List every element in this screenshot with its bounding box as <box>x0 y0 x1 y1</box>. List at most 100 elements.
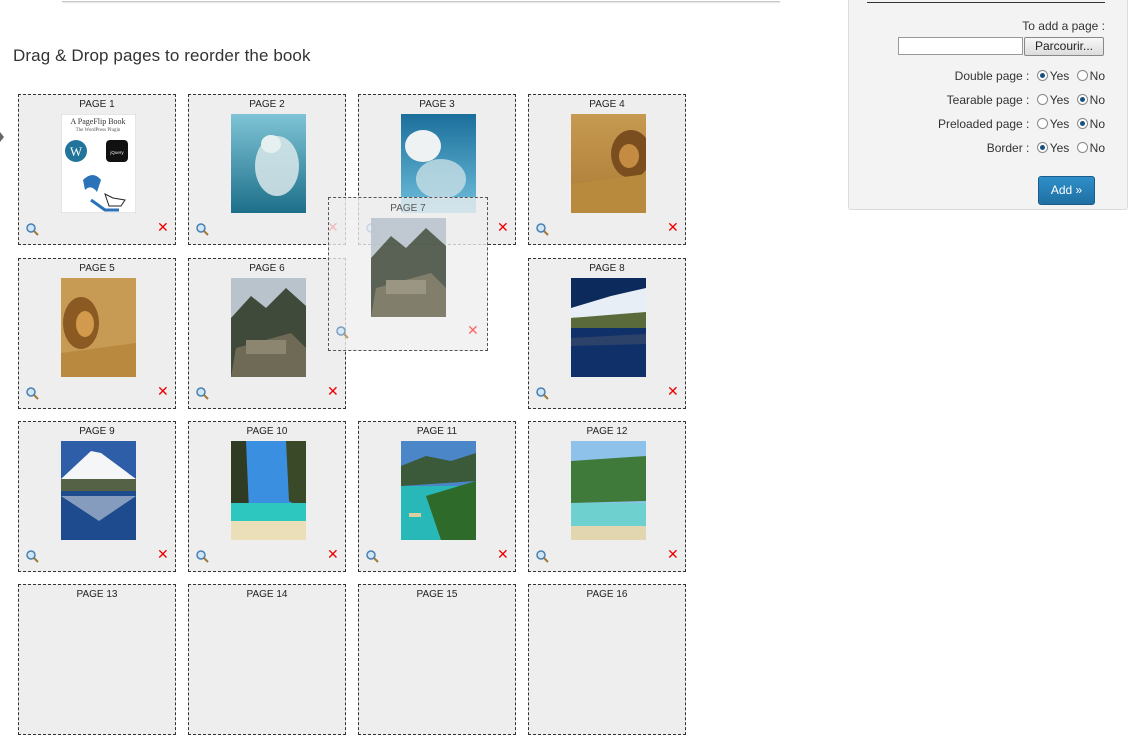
no-label: No <box>1089 68 1105 83</box>
cover-subtitle: The WordPress Plugin <box>76 128 121 133</box>
delete-icon[interactable]: ✕ <box>667 385 679 399</box>
radio-yes[interactable] <box>1036 70 1048 82</box>
delete-icon[interactable]: ✕ <box>667 548 679 562</box>
page-thumbnail <box>231 278 306 377</box>
radio-no[interactable] <box>1076 118 1088 130</box>
delete-icon[interactable]: ✕ <box>327 548 339 562</box>
page-card[interactable]: PAGE 11 ✕ <box>358 421 516 572</box>
zoom-icon[interactable] <box>535 549 549 563</box>
svg-text:W: W <box>70 144 83 159</box>
page-label: PAGE 12 <box>586 426 628 437</box>
option-preloaded-page: Preloaded page : Yes No <box>938 115 1105 131</box>
no-label: No <box>1089 116 1105 131</box>
page-label: PAGE 13 <box>76 589 118 600</box>
top-divider <box>62 0 780 2</box>
page-label: PAGE 15 <box>416 589 458 600</box>
option-tearable-page: Tearable page : Yes No <box>947 91 1105 107</box>
add-page-label: To add a page : <box>1022 19 1105 33</box>
delete-icon[interactable]: ✕ <box>327 385 339 399</box>
page-card[interactable]: PAGE 12 ✕ <box>528 421 686 572</box>
delete-icon[interactable]: ✕ <box>157 548 169 562</box>
file-path-input[interactable] <box>898 37 1023 55</box>
zoom-icon[interactable] <box>195 222 209 236</box>
collapse-arrow-icon[interactable] <box>0 132 4 142</box>
page-card[interactable]: PAGE 2 ✕ <box>188 94 346 245</box>
delete-icon[interactable]: ✕ <box>157 221 169 235</box>
page-thumbnail <box>571 114 646 213</box>
zoom-icon[interactable] <box>25 549 39 563</box>
page-label: PAGE 11 <box>416 426 458 437</box>
page-label: PAGE 8 <box>589 263 625 274</box>
page-label: PAGE 1 <box>79 99 115 110</box>
page-card[interactable]: PAGE 14 <box>188 584 346 735</box>
delete-icon[interactable]: ✕ <box>667 221 679 235</box>
page-thumbnail <box>61 441 136 540</box>
option-label: Border : <box>986 140 1030 155</box>
option-label: Double page : <box>954 68 1030 83</box>
cover-title: A PageFlip Book <box>70 117 125 126</box>
page-card[interactable]: PAGE 6 ✕ <box>188 258 346 409</box>
page-label: PAGE 10 <box>246 426 288 437</box>
yes-label: Yes <box>1049 68 1070 83</box>
add-page-panel: To add a page : Parcourir... Double page… <box>848 0 1128 210</box>
zoom-icon[interactable] <box>365 549 379 563</box>
delete-icon[interactable]: ✕ <box>467 324 479 338</box>
option-label: Tearable page : <box>946 92 1030 107</box>
yes-label: Yes <box>1049 92 1070 107</box>
zoom-icon[interactable] <box>195 549 209 563</box>
yes-label: Yes <box>1049 116 1070 131</box>
page-card[interactable]: PAGE 13 <box>18 584 176 735</box>
pages-grid: PAGE 1 A PageFlip Book The WordPress Plu… <box>18 94 698 735</box>
radio-yes[interactable] <box>1036 94 1048 106</box>
page-card[interactable]: PAGE 1 A PageFlip Book The WordPress Plu… <box>18 94 176 245</box>
no-label: No <box>1089 140 1105 155</box>
page-card[interactable]: PAGE 8 ✕ <box>528 258 686 409</box>
delete-icon[interactable]: ✕ <box>497 221 509 235</box>
option-label: Preloaded page : <box>937 116 1030 131</box>
page-label: PAGE 4 <box>589 99 625 110</box>
zoom-icon[interactable] <box>25 386 39 400</box>
yes-label: Yes <box>1049 140 1070 155</box>
option-border: Border : Yes No <box>987 139 1105 155</box>
page-heading: Drag & Drop pages to reorder the book <box>13 46 311 65</box>
page-label: PAGE 14 <box>246 589 288 600</box>
page-label: PAGE 5 <box>79 263 115 274</box>
page-thumbnail <box>571 278 646 377</box>
browse-button[interactable]: Parcourir... <box>1024 37 1104 56</box>
page-label: PAGE 6 <box>249 263 285 274</box>
page-thumbnail <box>231 441 306 540</box>
radio-yes[interactable] <box>1036 142 1048 154</box>
no-label: No <box>1089 92 1105 107</box>
page-thumbnail <box>61 278 136 377</box>
zoom-icon[interactable] <box>195 386 209 400</box>
zoom-icon[interactable] <box>535 386 549 400</box>
radio-no[interactable] <box>1076 94 1088 106</box>
page-card[interactable]: PAGE 10 ✕ <box>188 421 346 572</box>
page-card[interactable]: PAGE 5 ✕ <box>18 258 176 409</box>
page-thumbnail <box>231 114 306 213</box>
page-thumbnail <box>401 441 476 540</box>
page-label: PAGE 7 <box>390 203 426 214</box>
dragging-page-card[interactable]: PAGE 7 ✕ <box>328 197 488 351</box>
page-thumbnail <box>571 441 646 540</box>
delete-icon[interactable]: ✕ <box>497 548 509 562</box>
page-card[interactable]: PAGE 15 <box>358 584 516 735</box>
zoom-icon[interactable] <box>335 325 349 339</box>
radio-no[interactable] <box>1076 70 1088 82</box>
radio-no[interactable] <box>1076 142 1088 154</box>
zoom-icon[interactable] <box>25 222 39 236</box>
add-page-button[interactable]: Add » <box>1038 176 1095 205</box>
cover-jquery-badge: jQuery <box>109 150 124 155</box>
page-thumbnail <box>371 218 446 317</box>
page-card[interactable]: PAGE 16 <box>528 584 686 735</box>
option-double-page: Double page : Yes No <box>955 67 1105 83</box>
panel-divider <box>867 2 1105 3</box>
delete-icon[interactable]: ✕ <box>157 385 169 399</box>
radio-yes[interactable] <box>1036 118 1048 130</box>
page-label: PAGE 9 <box>79 426 115 437</box>
page-card[interactable]: PAGE 4 ✕ <box>528 94 686 245</box>
page-label: PAGE 16 <box>586 589 628 600</box>
page-card[interactable]: PAGE 9 ✕ <box>18 421 176 572</box>
zoom-icon[interactable] <box>535 222 549 236</box>
page-label: PAGE 2 <box>249 99 285 110</box>
